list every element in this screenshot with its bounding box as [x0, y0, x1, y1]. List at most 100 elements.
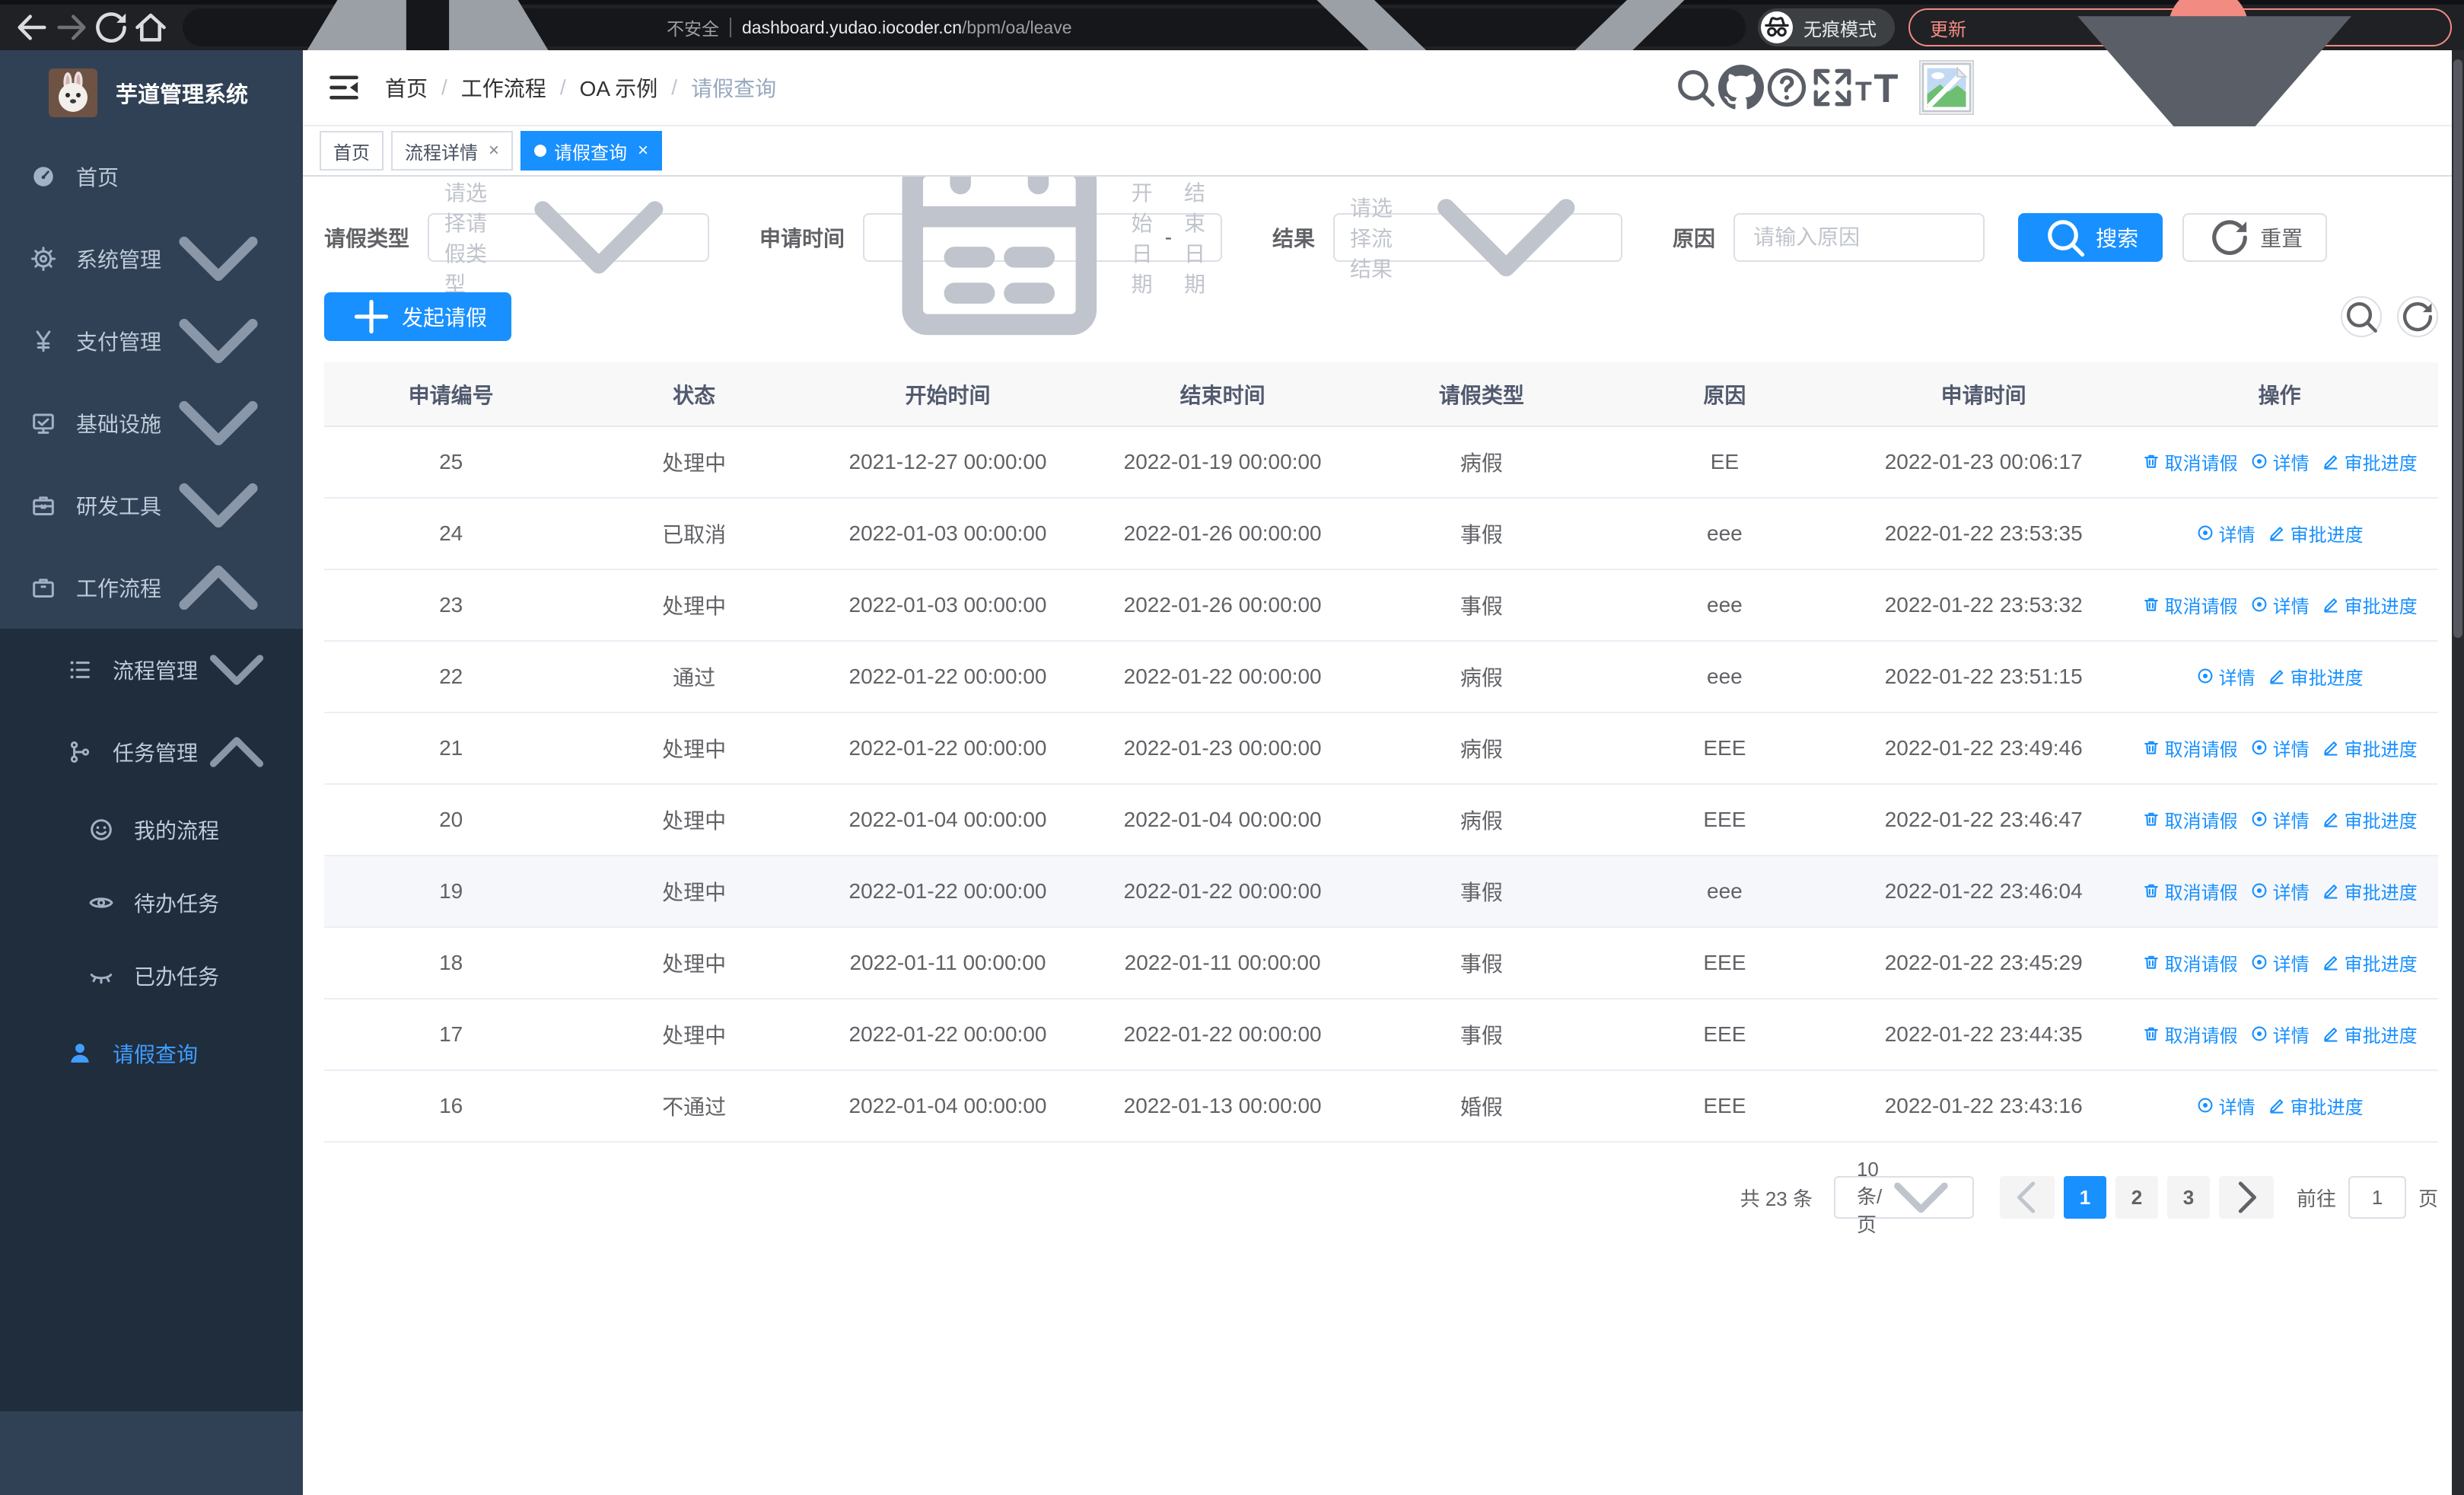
- progress-link[interactable]: 审批进度: [2322, 806, 2418, 833]
- fullscreen-icon[interactable]: [1810, 65, 1855, 110]
- cell-end: 2022-01-22 00:00:00: [1085, 641, 1361, 713]
- scrollbar-thumb[interactable]: [2453, 59, 2462, 638]
- back-icon[interactable]: [12, 8, 52, 47]
- refresh-table-button[interactable]: [2397, 296, 2438, 337]
- sidebar-item-6[interactable]: 流程管理: [0, 629, 303, 711]
- pen-icon: [2268, 667, 2286, 685]
- sidebar-item-5[interactable]: 工作流程: [0, 547, 303, 629]
- sidebar-item-label: 研发工具: [76, 495, 162, 518]
- cell-type: 事假: [1360, 999, 1603, 1071]
- goto-page-input[interactable]: [2348, 1176, 2406, 1219]
- sidebar-item-11[interactable]: 请假查询: [0, 1012, 303, 1095]
- page-button-1[interactable]: 1: [2063, 1176, 2106, 1219]
- breadcrumb-item-2[interactable]: OA 示例: [580, 72, 658, 103]
- reload-icon[interactable]: [91, 8, 131, 47]
- cell-status: 处理中: [578, 569, 810, 642]
- sidebar-item-8[interactable]: 我的流程: [0, 793, 303, 866]
- sidebar-item-10[interactable]: 已办任务: [0, 939, 303, 1012]
- progress-link[interactable]: 审批进度: [2268, 663, 2364, 690]
- detail-link[interactable]: 详情: [2250, 806, 2310, 833]
- page-button-2[interactable]: 2: [2115, 1176, 2158, 1219]
- progress-link[interactable]: 审批进度: [2322, 735, 2418, 761]
- svg-text:T: T: [1855, 76, 1872, 107]
- pen-icon: [2322, 810, 2340, 828]
- cell-apply_time: 2022-01-22 23:49:46: [1846, 712, 2122, 785]
- page-size-select[interactable]: 10条/页: [1833, 1158, 1974, 1236]
- detail-link[interactable]: 详情: [2250, 448, 2310, 475]
- chevron-up-icon: [198, 713, 275, 791]
- cancel-link[interactable]: 取消请假: [2142, 591, 2238, 618]
- reason-input[interactable]: [1750, 224, 1969, 251]
- prev-page-button[interactable]: [1999, 1176, 2055, 1219]
- sidebar-item-7[interactable]: 任务管理: [0, 711, 303, 793]
- close-icon[interactable]: ×: [489, 142, 499, 160]
- detail-link[interactable]: 详情: [2250, 591, 2310, 618]
- breadcrumb-item-0[interactable]: 首页: [385, 72, 428, 103]
- branch-icon: [67, 739, 93, 765]
- search-icon[interactable]: [1673, 65, 1718, 110]
- cell-apply_time: 2022-01-22 23:53:32: [1846, 569, 2122, 642]
- detail-link[interactable]: 详情: [2196, 520, 2255, 547]
- cell-actions: 取消请假 详情 审批进度: [2121, 927, 2438, 999]
- address-bar[interactable]: 不安全 dashboard.yudao.iocoder.cn/bpm/oa/le…: [183, 0, 1746, 208]
- github-icon[interactable]: [1718, 65, 1764, 110]
- progress-link[interactable]: 审批进度: [2322, 1021, 2418, 1047]
- create-leave-button[interactable]: 发起请假: [324, 292, 512, 341]
- cancel-link[interactable]: 取消请假: [2142, 878, 2238, 904]
- cancel-link[interactable]: 取消请假: [2142, 1021, 2238, 1047]
- cell-status: 处理中: [578, 712, 810, 785]
- progress-link[interactable]: 审批进度: [2268, 1092, 2364, 1119]
- sidebar-item-9[interactable]: 待办任务: [0, 866, 303, 939]
- avatar[interactable]: [1919, 60, 1974, 115]
- detail-link[interactable]: 详情: [2250, 735, 2310, 761]
- app-title: 芋道管理系统: [116, 83, 249, 107]
- tab-2[interactable]: 请假查询 ×: [520, 131, 663, 171]
- font-size-icon[interactable]: TT: [1855, 65, 1901, 110]
- sidebar-collapse-icon[interactable]: [327, 71, 361, 104]
- tab-1[interactable]: 流程详情 ×: [391, 131, 514, 171]
- progress-link[interactable]: 审批进度: [2322, 591, 2418, 618]
- cell-start: 2022-01-11 00:00:00: [810, 927, 1086, 999]
- sidebar-item-label: 系统管理: [76, 248, 162, 272]
- detail-link[interactable]: 详情: [2250, 878, 2310, 904]
- help-icon[interactable]: [1764, 65, 1810, 110]
- home-icon[interactable]: [131, 8, 170, 47]
- apply-time-range-picker[interactable]: 开始日期 - 结束日期: [863, 177, 1223, 335]
- search-button[interactable]: 搜索: [2018, 213, 2163, 262]
- progress-link[interactable]: 审批进度: [2322, 949, 2418, 976]
- cell-apply_time: 2022-01-22 23:44:35: [1846, 999, 2122, 1071]
- eye-icon: [88, 890, 114, 916]
- detail-link[interactable]: 详情: [2250, 1021, 2310, 1047]
- next-page-button[interactable]: [2218, 1176, 2274, 1219]
- cancel-link[interactable]: 取消请假: [2142, 448, 2238, 475]
- progress-link[interactable]: 审批进度: [2322, 878, 2418, 904]
- detail-link[interactable]: 详情: [2196, 1092, 2255, 1119]
- cancel-link[interactable]: 取消请假: [2142, 806, 2238, 833]
- leave-table: 申请编号 状态 开始时间 结束时间 请假类型 原因 申请时间 操作 25 处理中 2021-12-…: [324, 362, 2438, 1143]
- cancel-link[interactable]: 取消请假: [2142, 949, 2238, 976]
- app-logo[interactable]: 芋道管理系统: [0, 50, 303, 135]
- reset-button[interactable]: 重置: [2182, 213, 2328, 262]
- result-select[interactable]: 请选择流结果: [1333, 196, 1623, 281]
- column-header: 开始时间: [810, 362, 1086, 427]
- detail-link[interactable]: 详情: [2196, 663, 2255, 690]
- close-icon[interactable]: ×: [638, 142, 648, 160]
- progress-link[interactable]: 审批进度: [2268, 520, 2364, 547]
- forward-icon[interactable]: [52, 8, 91, 47]
- cancel-link[interactable]: 取消请假: [2142, 735, 2238, 761]
- page-scrollbar[interactable]: [2452, 50, 2464, 1495]
- leave-type-select[interactable]: 请选择请假类型: [428, 181, 710, 296]
- detail-icon: [2196, 524, 2214, 542]
- cell-type: 事假: [1360, 927, 1603, 999]
- tab-0[interactable]: 首页: [320, 131, 384, 171]
- cell-id: 23: [324, 569, 578, 642]
- page-content: 请假类型 请选择请假类型 申请时间 开始日期 - 结束日期 结果 请选择流结果 …: [303, 177, 2464, 1495]
- toggle-search-button[interactable]: [2341, 296, 2382, 337]
- progress-link[interactable]: 审批进度: [2322, 448, 2418, 475]
- detail-link[interactable]: 详情: [2250, 949, 2310, 976]
- breadcrumb-item-1[interactable]: 工作流程: [461, 72, 546, 103]
- cell-reason: EEE: [1603, 999, 1847, 1071]
- page-button-3[interactable]: 3: [2166, 1176, 2210, 1219]
- top-navbar: 首页 / 工作流程 / OA 示例 / 请假查询 TT: [303, 16, 2464, 174]
- detail-icon: [2250, 452, 2268, 470]
